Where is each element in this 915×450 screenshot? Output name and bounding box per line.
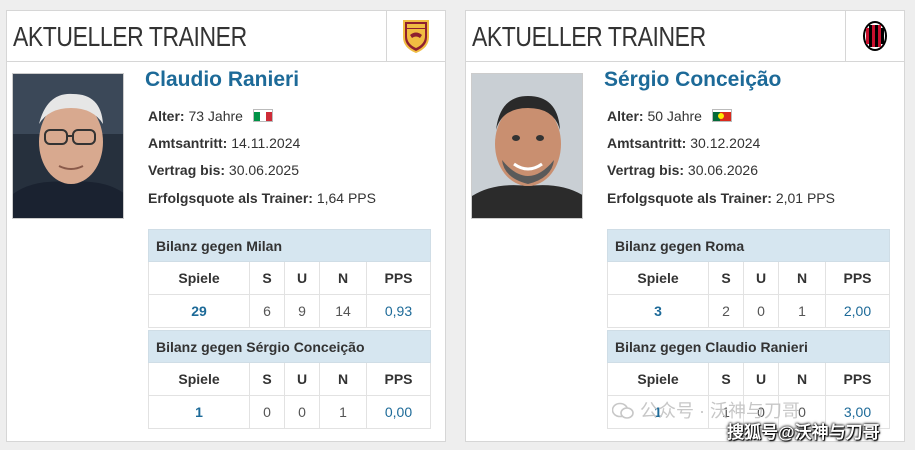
contract-row: Vertrag bis: 30.06.2025 xyxy=(148,162,299,178)
ppg-value: 1,64 PPS xyxy=(316,190,376,206)
contract-row: Vertrag bis: 30.06.2026 xyxy=(607,162,758,178)
watermark-sohu: 搜狐号@沃神与刀哥 xyxy=(727,423,880,442)
col-s: S xyxy=(708,261,744,295)
table-heading: Bilanz gegen Roma xyxy=(607,229,890,262)
table-heading: Bilanz gegen Claudio Ranieri xyxy=(607,330,890,363)
col-spiele: Spiele xyxy=(607,261,709,295)
contract-label: Vertrag bis: xyxy=(148,162,226,178)
table-row: 29 6 9 14 0,93 xyxy=(148,294,431,328)
age-row: Alter: 50 Jahre xyxy=(607,108,732,124)
coach-card-ranieri: AKTUELLER TRAINER Claudio Ranieri Alter:… xyxy=(6,10,446,442)
col-u: U xyxy=(743,362,779,396)
col-u: U xyxy=(284,261,320,295)
ppg-value: 2,01 PPS xyxy=(775,190,835,206)
col-s: S xyxy=(249,362,285,396)
col-spiele: Spiele xyxy=(148,362,250,396)
ac-milan-crest-icon xyxy=(863,21,887,51)
games-link[interactable]: 29 xyxy=(148,294,250,328)
club-crest-link[interactable] xyxy=(386,11,445,61)
since-label: Amtsantritt: xyxy=(607,135,687,151)
col-u: U xyxy=(284,362,320,396)
col-pps: PPS xyxy=(825,261,890,295)
coach-photo[interactable] xyxy=(471,73,583,219)
draws-value: 0 xyxy=(284,395,320,429)
pps-value: 2,00 xyxy=(825,294,890,328)
since-row: Amtsantritt: 14.11.2024 xyxy=(148,135,300,151)
losses-value: 14 xyxy=(319,294,367,328)
coach-card-conceicao: AKTUELLER TRAINER Sérgio Conceição Alter… xyxy=(465,10,905,442)
losses-value: 1 xyxy=(319,395,367,429)
games-link[interactable]: 1 xyxy=(148,395,250,429)
col-s: S xyxy=(249,261,285,295)
losses-value: 1 xyxy=(778,294,826,328)
games-link[interactable]: 3 xyxy=(607,294,709,328)
wins-value: 2 xyxy=(708,294,744,328)
ppg-row: Erfolgsquote als Trainer: 1,64 PPS xyxy=(148,190,376,206)
card-title: AKTUELLER TRAINER xyxy=(472,21,706,52)
coach-portrait-image xyxy=(13,74,123,218)
age-label: Alter: xyxy=(607,108,644,124)
pps-value: 0,93 xyxy=(366,294,431,328)
table-row: 3 2 0 1 2,00 xyxy=(607,294,890,328)
coach-photo[interactable] xyxy=(12,73,124,219)
portugal-flag-icon xyxy=(711,109,732,122)
wechat-icon xyxy=(612,402,634,419)
ppg-label: Erfolgsquote als Trainer: xyxy=(607,190,772,206)
col-spiele: Spiele xyxy=(148,261,250,295)
ppg-row: Erfolgsquote als Trainer: 2,01 PPS xyxy=(607,190,835,206)
col-u: U xyxy=(743,261,779,295)
col-n: N xyxy=(778,362,826,396)
col-s: S xyxy=(708,362,744,396)
card-header: AKTUELLER TRAINER xyxy=(466,11,904,62)
as-roma-crest-icon xyxy=(403,20,429,53)
col-n: N xyxy=(778,261,826,295)
table-heading: Bilanz gegen Sérgio Conceição xyxy=(148,330,431,363)
record-table-vs-milan: Bilanz gegen Milan Spiele S U N PPS 29 6… xyxy=(148,229,431,328)
contract-value: 30.06.2026 xyxy=(687,162,758,178)
age-value: 50 Jahre xyxy=(647,108,702,124)
age-value: 73 Jahre xyxy=(188,108,243,124)
age-label: Alter: xyxy=(148,108,185,124)
contract-value: 30.06.2025 xyxy=(228,162,299,178)
table-row: 1 0 0 1 0,00 xyxy=(148,395,431,429)
table-heading: Bilanz gegen Milan xyxy=(148,229,431,262)
coach-portrait-image xyxy=(472,74,582,218)
since-row: Amtsantritt: 30.12.2024 xyxy=(607,135,760,151)
coach-name-link[interactable]: Claudio Ranieri xyxy=(145,68,299,92)
pps-value: 0,00 xyxy=(366,395,431,429)
col-pps: PPS xyxy=(366,362,431,396)
col-n: N xyxy=(319,362,367,396)
contract-label: Vertrag bis: xyxy=(607,162,685,178)
club-crest-link[interactable] xyxy=(845,11,904,61)
wins-value: 0 xyxy=(249,395,285,429)
record-table-vs-conceicao: Bilanz gegen Sérgio Conceição Spiele S U… xyxy=(148,330,431,429)
age-row: Alter: 73 Jahre xyxy=(148,108,273,124)
col-pps: PPS xyxy=(825,362,890,396)
col-n: N xyxy=(319,261,367,295)
card-title: AKTUELLER TRAINER xyxy=(13,21,247,52)
ppg-label: Erfolgsquote als Trainer: xyxy=(148,190,313,206)
draws-value: 9 xyxy=(284,294,320,328)
record-table-vs-roma: Bilanz gegen Roma Spiele S U N PPS 3 2 0… xyxy=(607,229,890,328)
col-spiele: Spiele xyxy=(607,362,709,396)
since-value: 14.11.2024 xyxy=(231,135,301,151)
draws-value: 0 xyxy=(743,294,779,328)
coach-name-link[interactable]: Sérgio Conceição xyxy=(604,68,781,92)
col-pps: PPS xyxy=(366,261,431,295)
wins-value: 6 xyxy=(249,294,285,328)
since-label: Amtsantritt: xyxy=(148,135,228,151)
italy-flag-icon xyxy=(252,109,273,122)
since-value: 30.12.2024 xyxy=(690,135,761,151)
card-header: AKTUELLER TRAINER xyxy=(7,11,445,62)
